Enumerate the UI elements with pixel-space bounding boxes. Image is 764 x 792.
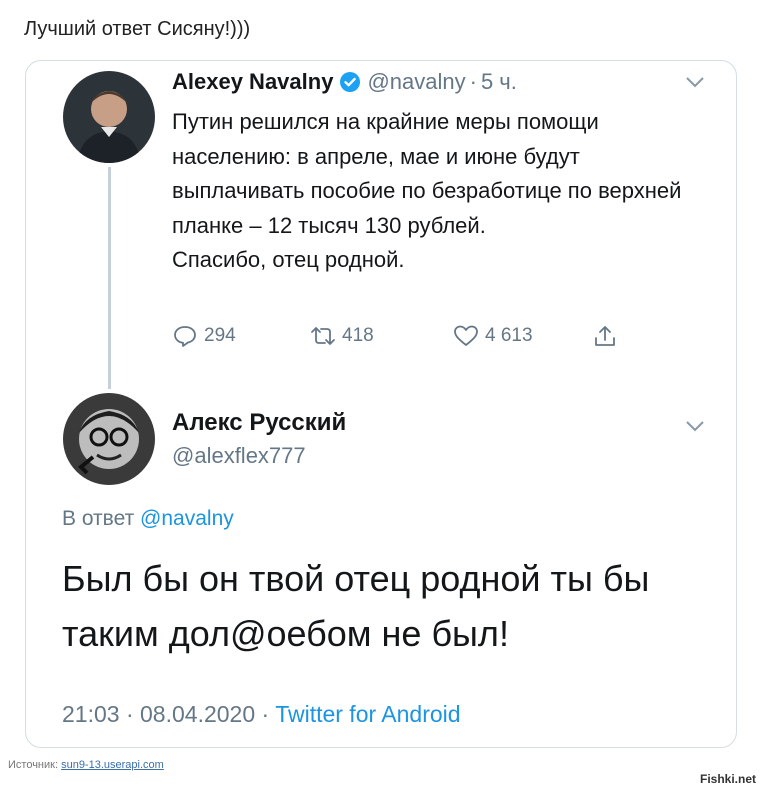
reply-date[interactable]: 08.04.2020 xyxy=(140,701,255,727)
meta-separator: · xyxy=(125,701,134,727)
post-title: Лучший ответ Сисяну!))) xyxy=(24,18,251,40)
reply-to-line: В ответ @navalny xyxy=(62,507,234,531)
reply-button[interactable]: 294 xyxy=(172,324,236,348)
reply-to-label: В ответ xyxy=(62,507,135,530)
share-button[interactable] xyxy=(592,324,624,348)
avatar-navalny[interactable] xyxy=(63,71,155,163)
separator: · xyxy=(469,69,477,94)
reply-count: 294 xyxy=(204,325,236,346)
reply-author-name[interactable]: Алекс Русский xyxy=(172,409,346,437)
reply-to-mention[interactable]: @navalny xyxy=(140,507,234,530)
reply-author-handle[interactable]: @alexflex777 xyxy=(172,443,306,469)
share-icon xyxy=(595,326,615,346)
like-count: 4 613 xyxy=(485,325,533,346)
author-name[interactable]: Alexey Navalny xyxy=(172,69,333,95)
retweet-icon xyxy=(311,327,335,345)
verified-badge-icon xyxy=(339,71,361,93)
source-line: Источник: sun9-13.userapi.com xyxy=(8,759,164,771)
meta-separator: · xyxy=(261,701,270,727)
author-handle[interactable]: @navalny xyxy=(367,69,465,95)
tweet-time[interactable]: 5 ч. xyxy=(481,69,517,95)
retweet-count: 418 xyxy=(342,325,374,346)
chevron-down-icon[interactable] xyxy=(684,419,706,433)
tweet-header: Alexey Navalny @navalny · 5 ч. xyxy=(172,69,517,95)
retweet-button[interactable]: 418 xyxy=(310,324,374,348)
tweet-text: Путин решился на крайние меры помощи нас… xyxy=(172,109,682,272)
tweet-actions: 294 418 4 613 xyxy=(172,324,632,354)
chevron-down-icon[interactable] xyxy=(684,75,706,89)
reply-time[interactable]: 21:03 xyxy=(62,701,120,727)
source-link[interactable]: sun9-13.userapi.com xyxy=(61,759,164,771)
source-label: Источник: xyxy=(8,759,59,771)
tweet-card: Alexey Navalny @navalny · 5 ч. Путин реш… xyxy=(25,60,737,748)
avatar-alexflex[interactable] xyxy=(63,393,155,485)
watermark: Fishki.net xyxy=(699,772,756,786)
reply-meta: 21:03 · 08.04.2020 · Twitter for Android xyxy=(62,701,461,728)
reply-icon xyxy=(174,326,196,347)
reply-text: Был бы он твой отец родной ты бы таким д… xyxy=(62,558,650,654)
reply-client[interactable]: Twitter for Android xyxy=(275,701,460,727)
like-icon xyxy=(454,325,478,346)
like-button[interactable]: 4 613 xyxy=(453,324,533,348)
thread-line xyxy=(108,167,111,389)
